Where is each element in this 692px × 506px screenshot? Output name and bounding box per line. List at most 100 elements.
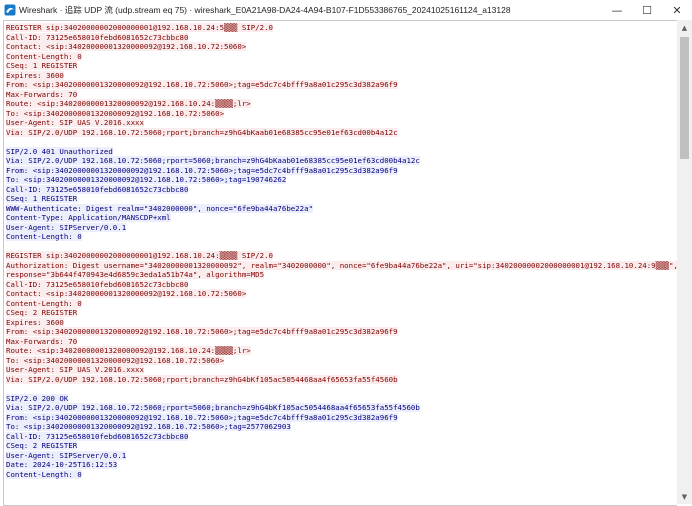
stream-line: Contact: <sip:34020000001320000092@192.1… [6,289,677,299]
scrollbar-thumb[interactable] [680,37,689,159]
block-separator [6,384,677,394]
server-packet-line: Content-Length: 0 [6,232,82,241]
client-packet-line: response="3b644f470943e4d6859c3eda1a51b7… [6,270,265,279]
stream-line: Via: SIP/2.0/UDP 192.168.10.72:5060;rpor… [6,127,677,138]
client-packet-line: To: <sip:34020000001320000092@192.168.10… [6,355,225,365]
stream-line: To: <sip:34020000001320000092@192.168.10… [6,422,677,432]
minimize-button[interactable]: — [602,0,632,20]
stream-line: Contact: <sip:34020000001320000092@192.1… [6,42,677,52]
title-bar: Wireshark · 追踪 UDP 流 (udp.stream eq 75) … [0,0,692,20]
stream-line: Date: 2024-10-25T16:12:53 [6,460,677,470]
stream-line: Max-Forwards: 70 [6,336,677,347]
stream-line: User-Agent: SIP UAS V.2016.xxxx [6,118,677,128]
close-button[interactable]: ✕ [662,0,692,20]
server-packet-line: Content-Length: 0 [6,469,82,479]
client-packet-line: Route: <sip:34020000001320000092@192.168… [6,346,251,355]
server-packet-line: CSeq: 2 REGISTER [6,441,78,450]
client-packet-line: User-Agent: SIP UAS V.2016.xxxx [6,118,144,127]
scroll-down-icon[interactable]: ▼ [677,489,692,504]
client-packet-line: Expires: 3600 [6,70,64,80]
stream-line: CSeq: 2 REGISTER [6,308,677,318]
client-packet-line: Content-Length: 0 [6,51,82,61]
window-controls: — ☐ ✕ [602,0,692,20]
server-packet-line: To: <sip:34020000001320000092@192.168.10… [6,422,291,431]
stream-line: To: <sip:34020000001320000092@192.168.10… [6,108,677,119]
client-packet-line: Via: SIP/2.0/UDP 192.168.10.72:5060;rpor… [6,374,398,384]
client-packet-line: Via: SIP/2.0/UDP 192.168.10.72:5060;rpor… [6,127,398,137]
stream-line: Route: <sip:34020000001320000092@192.168… [6,346,677,356]
stream-line: Call-ID: 73125e658010febd6081652c73cbbc8… [6,279,677,290]
stream-line: SIP/2.0 401 Unauthorized [6,146,677,157]
client-packet-line: CSeq: 2 REGISTER [6,308,78,317]
stream-line: REGISTER sip:34020000002000000001@192.16… [6,23,677,33]
stream-line: From: <sip:34020000001320000092@192.168.… [6,412,677,423]
stream-line: SIP/2.0 200 OK [6,393,677,404]
client-packet-line: Contact: <sip:34020000001320000092@192.1… [6,42,247,51]
server-packet-line: From: <sip:34020000001320000092@192.168.… [6,165,398,175]
stream-line: Via: SIP/2.0/UDP 192.168.10.72:5060;rpor… [6,403,677,413]
server-packet-line: To: <sip:34020000001320000092@192.168.10… [6,175,287,184]
server-packet-line: Content-Type: Application/MANSCDP+xml [6,213,171,222]
stream-line: Call-ID: 73125e658010febd6081652c73cbbc8… [6,184,677,195]
server-packet-line: Via: SIP/2.0/UDP 192.168.10.72:5060;rpor… [6,156,420,165]
stream-line: Content-Length: 0 [6,298,677,309]
stream-content: REGISTER sip:34020000002000000001@192.16… [6,23,677,479]
window-title: Wireshark · 追踪 UDP 流 (udp.stream eq 75) … [19,5,511,15]
maximize-button[interactable]: ☐ [632,0,662,20]
server-packet-line: CSeq: 1 REGISTER [6,194,78,203]
stream-line: REGISTER sip:34020000002000000001@192.16… [6,251,677,261]
client-packet-line: REGISTER sip:34020000002000000001@192.16… [6,23,273,32]
vertical-scrollbar[interactable]: ▲ ▼ [677,20,692,504]
stream-line: To: <sip:34020000001320000092@192.168.10… [6,355,677,366]
stream-line: WWW-Authenticate: Digest realm="34020000… [6,203,677,214]
client-packet-line: Route: <sip:34020000001320000092@192.168… [6,99,251,108]
stream-line: From: <sip:34020000001320000092@192.168.… [6,327,677,337]
server-packet-line: From: <sip:34020000001320000092@192.168.… [6,412,398,422]
client-packet-line: REGISTER sip:34020000002000000001@192.16… [6,251,273,260]
server-packet-line: User-Agent: SIPServer/0.0.1 [6,222,127,232]
client-packet-line: User-Agent: SIP UAS V.2016.xxxx [6,365,144,374]
client-packet-line: Call-ID: 73125e658010febd6081652c73cbbc8… [6,32,189,42]
stream-line: Authorization: Digest username="34020000… [6,260,677,271]
stream-line: Content-Type: Application/MANSCDP+xml [6,213,677,223]
stream-line: Call-ID: 73125e658010febd6081652c73cbbc8… [6,32,677,43]
stream-line: CSeq: 2 REGISTER [6,441,677,451]
stream-line: Content-Length: 0 [6,232,677,242]
server-packet-line: User-Agent: SIPServer/0.0.1 [6,450,127,460]
block-separator [6,137,677,147]
client-packet-line: Max-Forwards: 70 [6,336,78,346]
client-packet-line: To: <sip:34020000001320000092@192.168.10… [6,108,225,118]
client-packet-line: CSeq: 1 REGISTER [6,61,78,70]
block-separator [6,242,677,252]
server-packet-line: WWW-Authenticate: Digest realm="34020000… [6,203,314,213]
wireshark-icon [4,4,16,16]
stream-line: Content-Length: 0 [6,51,677,62]
client-packet-line: Call-ID: 73125e658010febd6081652c73cbbc8… [6,279,189,289]
stream-line: From: <sip:34020000001320000092@192.168.… [6,80,677,90]
client-packet-line: Expires: 3600 [6,317,64,327]
stream-line: Max-Forwards: 70 [6,89,677,100]
client-packet-line: Max-Forwards: 70 [6,89,78,99]
stream-line: CSeq: 1 REGISTER [6,61,677,71]
scroll-up-icon[interactable]: ▲ [677,20,692,35]
client-packet-line: From: <sip:34020000001320000092@192.168.… [6,327,398,336]
client-packet-line: Authorization: Digest username="34020000… [6,260,677,270]
client-packet-line: From: <sip:34020000001320000092@192.168.… [6,80,398,89]
client-packet-line: Contact: <sip:34020000001320000092@192.1… [6,289,247,298]
stream-line: User-Agent: SIPServer/0.0.1 [6,450,677,461]
stream-line: Expires: 3600 [6,70,677,81]
stream-line: User-Agent: SIPServer/0.0.1 [6,222,677,233]
stream-line: Route: <sip:34020000001320000092@192.168… [6,99,677,109]
stream-line: response="3b644f470943e4d6859c3eda1a51b7… [6,270,677,280]
stream-line: Content-Length: 0 [6,469,677,480]
stream-line: Call-ID: 73125e658010febd6081652c73cbbc8… [6,431,677,442]
server-packet-line: SIP/2.0 401 Unauthorized [6,146,113,156]
stream-line: Via: SIP/2.0/UDP 192.168.10.72:5060;rpor… [6,374,677,385]
stream-line: From: <sip:34020000001320000092@192.168.… [6,165,677,176]
client-packet-line: Content-Length: 0 [6,298,82,308]
stream-line: CSeq: 1 REGISTER [6,194,677,204]
follow-stream-text-view[interactable]: REGISTER sip:34020000002000000001@192.16… [3,20,677,506]
server-packet-line: Call-ID: 73125e658010febd6081652c73cbbc8… [6,184,189,194]
stream-line: Expires: 3600 [6,317,677,328]
server-packet-line: Call-ID: 73125e658010febd6081652c73cbbc8… [6,431,189,441]
